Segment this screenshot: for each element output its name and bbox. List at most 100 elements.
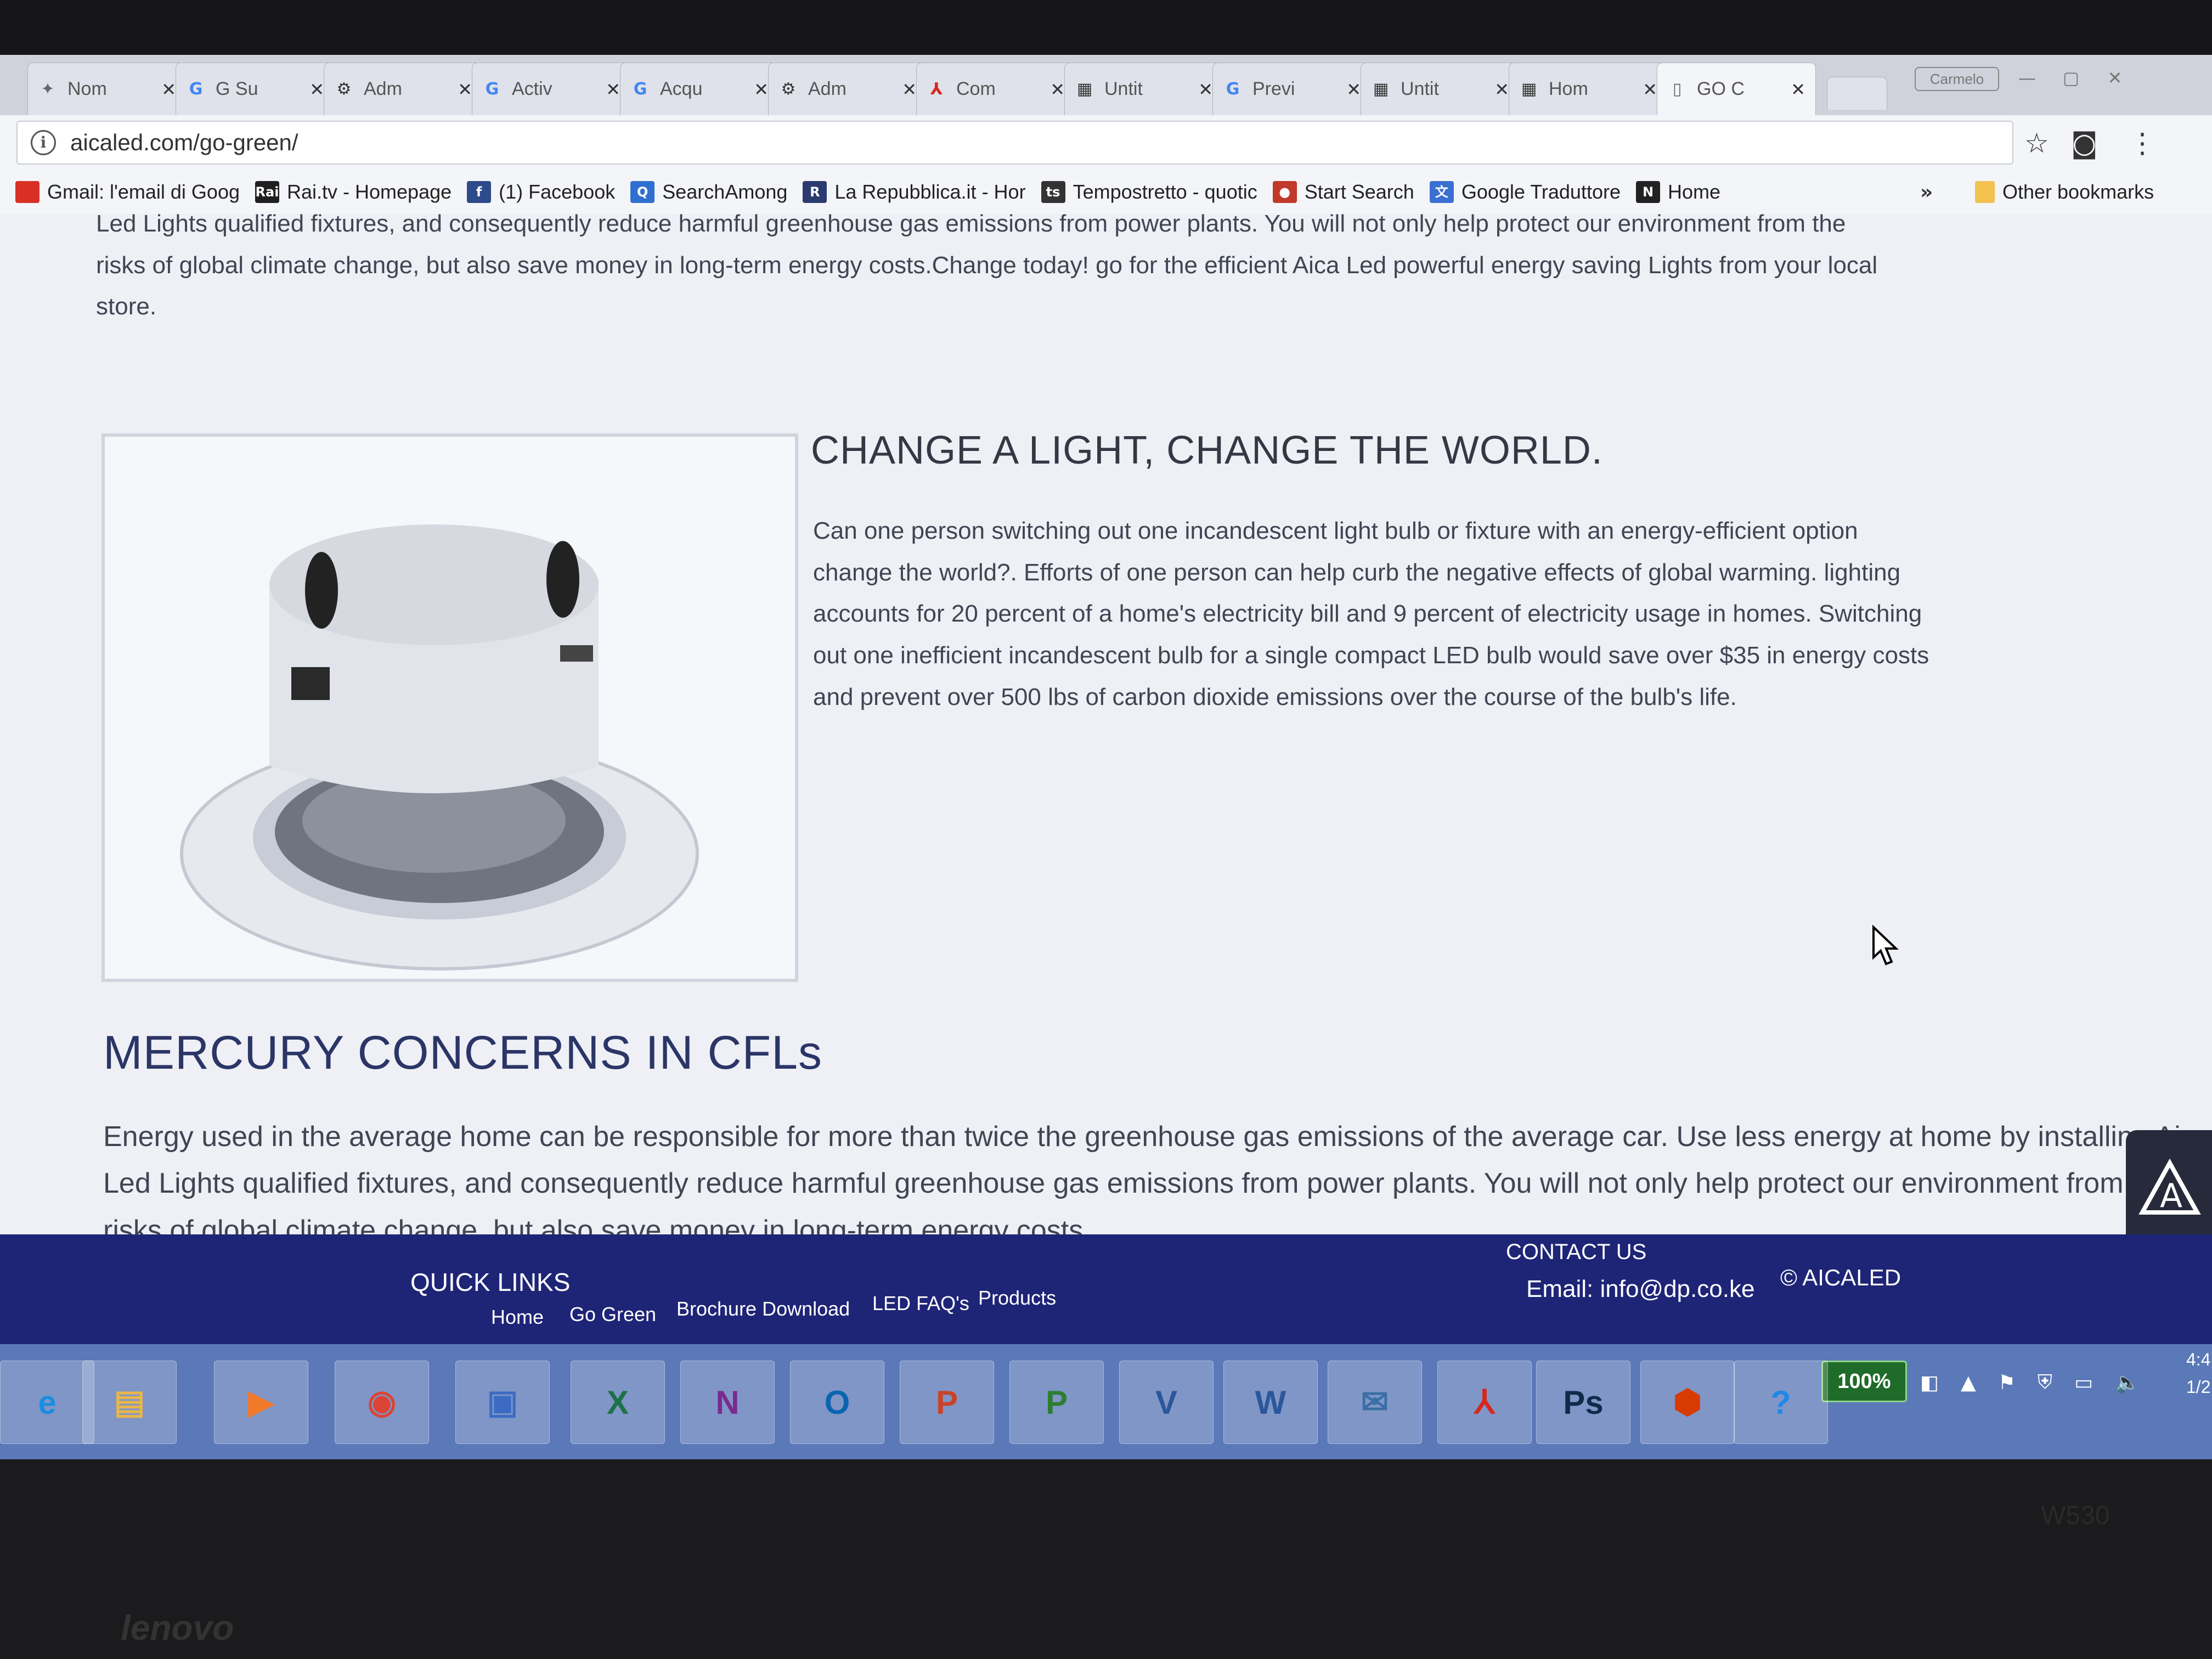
tab-close-icon[interactable]: ✕ [458,79,472,100]
chrome-icon[interactable]: ◉ [335,1361,429,1444]
bookmark-item[interactable]: Q SearchAmong [630,180,787,204]
bookmark-item[interactable]: ts Tempostretto - quotic [1041,180,1257,204]
excel-icon[interactable]: X [571,1361,665,1444]
display-icon[interactable]: ▭ [2074,1372,2093,1394]
text-line: store. [96,293,157,320]
address-bar[interactable]: i aicaled.com/go-green/ [16,121,2013,165]
tray-expand-icon[interactable]: ▲ [1961,1372,1976,1394]
aica-logo-icon: A [2138,1158,2201,1215]
text-line: Can one person switching out one incande… [813,517,1858,544]
scroll-to-top-button[interactable]: A [2126,1130,2212,1245]
tab-close-icon[interactable]: ✕ [1791,79,1805,100]
star-icon[interactable]: ☆ [2024,127,2049,159]
quick-links-title: QUICK LINKS [410,1268,571,1296]
tab-close-icon[interactable]: ✕ [1346,79,1361,100]
downlight-fixture-image [180,524,699,970]
maximize-button[interactable]: ▢ [2052,67,2090,89]
tab-11[interactable]: ▯ GO C ✕ [1657,63,1816,115]
google-icon: G [189,79,203,99]
profile-button[interactable]: Carmelo [1915,67,1999,91]
tab-2[interactable]: ⚙ Adm ✕ [324,63,483,115]
tab-close-icon[interactable]: ✕ [161,79,176,100]
tab-9[interactable]: ▦ Untit ✕ [1361,63,1520,115]
tab-close-icon[interactable]: ✕ [1050,79,1065,100]
clock-date[interactable]: 1/2 [2186,1377,2210,1397]
thunderbird-icon[interactable]: ✉ [1328,1361,1422,1444]
tab-6[interactable]: ⅄ Com ✕ [916,63,1075,115]
bookmark-item[interactable]: N Home [1636,180,1720,204]
tab-close-icon[interactable]: ✕ [606,79,620,100]
camera-icon[interactable]: ◙ [2071,127,2098,159]
bookmark-item[interactable]: ● Start Search [1272,180,1414,204]
powerpoint-icon[interactable]: P [900,1361,994,1444]
text-line: Led Lights qualified fixtures, and conse… [103,1167,2171,1200]
tab-0[interactable]: ✦ Nom ✕ [27,63,187,115]
bookmark-item[interactable]: 文 Google Traduttore [1429,180,1621,204]
visio-icon[interactable]: V [1119,1361,1214,1444]
contact-email[interactable]: Email: info@dp.co.ke [1526,1276,1754,1303]
tab-close-icon[interactable]: ✕ [1494,79,1509,100]
bookmarks-overflow-button[interactable]: » [1920,181,1933,204]
volume-icon[interactable]: 🔈 [2115,1371,2140,1394]
google-icon: G [1226,79,1240,99]
tab-close-icon[interactable]: ✕ [309,79,324,100]
footer-link-home[interactable]: Home [491,1306,544,1329]
calendar-icon[interactable]: ▣ [455,1361,550,1444]
footer-link-faqs[interactable]: LED FAQ's [872,1292,969,1315]
tab-close-icon[interactable]: ✕ [754,79,769,100]
file-explorer-icon[interactable]: ▤ [82,1361,177,1444]
bookmark-item[interactable]: f (1) Facebook [467,180,615,204]
tab-title: Adm [808,78,847,99]
url-text[interactable]: aicaled.com/go-green/ [70,129,298,156]
action-center-flag-icon[interactable]: ⚑ [1998,1372,2016,1394]
info-icon[interactable]: i [31,130,56,155]
gmail-icon [15,181,40,203]
tab-1[interactable]: G G Su ✕ [176,63,335,115]
office-icon[interactable]: ⬢ [1640,1361,1735,1444]
acrobat-icon[interactable]: ⅄ [1437,1361,1532,1444]
word-icon[interactable]: W [1223,1361,1318,1444]
minimize-button[interactable]: — [2008,67,2046,89]
tab-title: Com [956,78,996,99]
onenote-icon[interactable]: N [680,1361,775,1444]
bookmark-item[interactable]: R La Repubblica.it - Hor [803,180,1026,204]
bookmark-item[interactable]: Gmail: l'email di Goog [15,180,240,204]
tab-4[interactable]: G Acqu ✕ [620,63,779,115]
tab-7[interactable]: ▦ Untit ✕ [1064,63,1223,115]
clock-time[interactable]: 4:4 [2186,1350,2210,1370]
bookmark-item[interactable]: Rai Rai.tv - Homepage [255,180,452,204]
facebook-icon: f [467,181,492,203]
security-icon[interactable]: ⛨ [2038,1371,2052,1394]
project-icon[interactable]: P [1009,1361,1104,1444]
footer-link-go-green[interactable]: Go Green [569,1303,656,1326]
footer-link-brochure[interactable]: Brochure Download [676,1297,850,1321]
bookmark-label: (1) Facebook [499,180,616,203]
media-player-icon[interactable]: ▶ [214,1361,308,1444]
gear-icon: ⚙ [781,79,796,99]
tab-title: G Su [216,78,258,99]
battery-indicator[interactable]: 100% [1821,1361,1907,1402]
folder-icon [1975,181,1995,203]
tab-8[interactable]: G Previ ✕ [1212,63,1372,115]
site-footer: QUICK LINKS Home Go Green Brochure Downl… [0,1234,2212,1344]
internet-explorer-icon[interactable]: e [0,1361,94,1444]
other-bookmarks-button[interactable]: Other bookmarks [1975,180,2154,204]
footer-link-products[interactable]: Products [978,1286,1056,1310]
tab-close-icon[interactable]: ✕ [902,79,917,100]
tab-title: Adm [364,78,402,99]
tab-title: GO C [1697,78,1745,99]
menu-icon[interactable]: ⋮ [2129,127,2156,159]
tab-5[interactable]: ⚙ Adm ✕ [768,63,927,115]
tab-close-icon[interactable]: ✕ [1643,79,1657,100]
tab-close-icon[interactable]: ✕ [1198,79,1213,100]
new-tab-button[interactable] [1827,77,1887,110]
outlook-icon[interactable]: O [790,1361,884,1444]
tab-title: Hom [1549,78,1588,99]
tab-3[interactable]: G Activ ✕ [472,63,631,115]
network-icon[interactable]: ◧ [1920,1372,1939,1394]
help-icon[interactable]: ? [1734,1361,1828,1444]
close-window-button[interactable]: ✕ [2096,67,2134,89]
photoshop-icon[interactable]: Ps [1536,1361,1630,1444]
layout-icon: ▦ [1521,79,1537,99]
tab-10[interactable]: ▦ Hom ✕ [1509,63,1668,115]
